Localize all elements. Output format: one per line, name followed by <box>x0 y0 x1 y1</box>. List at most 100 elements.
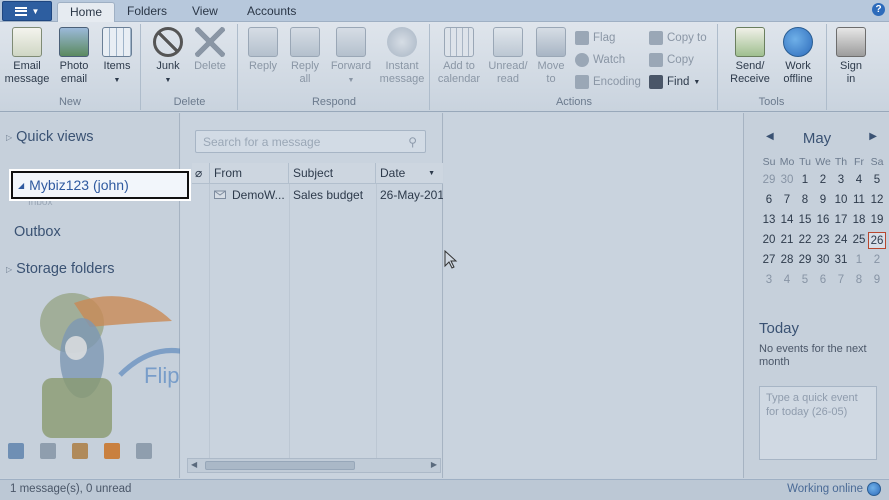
scrollbar-thumb[interactable] <box>205 461 355 470</box>
calendar-day[interactable]: 22 <box>796 232 814 249</box>
calendar-day[interactable]: 17 <box>832 212 850 229</box>
calendar-day[interactable]: 29 <box>796 252 814 269</box>
calendar-day[interactable]: 11 <box>850 192 868 209</box>
connection-status[interactable]: Working online <box>787 482 881 496</box>
calendar-day[interactable]: 30 <box>778 172 796 189</box>
calendar-day[interactable]: 24 <box>832 232 850 249</box>
calendar-day[interactable]: 3 <box>832 172 850 189</box>
calendar-day[interactable]: 7 <box>832 272 850 289</box>
calendar-day[interactable]: 5 <box>796 272 814 289</box>
calendar-day[interactable]: 26 <box>868 232 886 249</box>
calendar-module-icon[interactable] <box>40 443 56 459</box>
sign-in-button[interactable]: Sign in <box>833 27 869 86</box>
calendar-day[interactable]: 12 <box>868 192 886 209</box>
tab-home[interactable]: Home <box>57 2 116 23</box>
calendar-day[interactable]: 18 <box>850 212 868 229</box>
calendar-day[interactable]: 1 <box>796 172 814 189</box>
calendar-day[interactable]: 8 <box>850 272 868 289</box>
help-icon[interactable]: ? <box>872 3 885 16</box>
calendar-day[interactable]: 9 <box>868 272 886 289</box>
column-date[interactable]: Date ▼ <box>376 163 443 184</box>
unread-read-button[interactable]: Unread/ read <box>485 27 531 86</box>
calendar-day[interactable]: 29 <box>760 172 778 189</box>
calendar-day[interactable]: 31 <box>832 252 850 269</box>
encoding-button[interactable]: Encoding <box>575 73 641 91</box>
contacts-icon[interactable] <box>72 443 88 459</box>
flag-button[interactable]: Flag <box>575 29 615 47</box>
send-receive-button[interactable]: Send/ Receive <box>725 27 775 86</box>
newsgroups-icon[interactable] <box>136 443 152 459</box>
quick-event-input[interactable]: Type a quick event for today (26-05) <box>759 386 877 460</box>
calendar-day[interactable]: 16 <box>814 212 832 229</box>
feeds-icon[interactable] <box>104 443 120 459</box>
calendar-day[interactable]: 2 <box>814 172 832 189</box>
nav-quick-views[interactable]: ▷ Quick views <box>6 129 94 145</box>
calendar-day[interactable]: 30 <box>814 252 832 269</box>
calendar-day[interactable]: 13 <box>760 212 778 229</box>
attachment-column-icon[interactable]: ⌀ <box>192 163 210 184</box>
tab-folders[interactable]: Folders <box>115 2 179 22</box>
reply-button[interactable]: Reply <box>243 27 283 73</box>
watch-button[interactable]: Watch <box>575 51 625 69</box>
calendar-day[interactable]: 15 <box>796 212 814 229</box>
calendar-day[interactable]: 28 <box>778 252 796 269</box>
scroll-left-icon[interactable]: ◀ <box>191 460 197 469</box>
calendar-day[interactable]: 10 <box>832 192 850 209</box>
calendar-day[interactable]: 9 <box>814 192 832 209</box>
email-message-button[interactable]: Email message <box>4 27 50 86</box>
delete-button[interactable]: Delete <box>190 27 230 73</box>
ribbon-group-respond: Reply Reply all Forward ▼ Instant message… <box>239 24 430 110</box>
row-subject: Sales budget <box>293 188 364 202</box>
calendar-day[interactable]: 6 <box>760 192 778 209</box>
group-label-delete: Delete <box>173 96 206 108</box>
column-subject[interactable]: Subject <box>289 163 376 184</box>
app-menu-button[interactable]: ▼ <box>2 1 52 21</box>
calendar-day[interactable]: 4 <box>850 172 868 189</box>
copy-button[interactable]: Copy <box>649 51 694 69</box>
calendar-day[interactable]: 5 <box>868 172 886 189</box>
mail-icon[interactable] <box>8 443 24 459</box>
nav-outbox[interactable]: Outbox <box>14 224 61 240</box>
column-from[interactable]: From <box>210 163 289 184</box>
calendar-day[interactable]: 8 <box>796 192 814 209</box>
calendar-day[interactable]: 27 <box>760 252 778 269</box>
forward-button[interactable]: Forward ▼ <box>327 27 375 87</box>
calendar-day[interactable]: 7 <box>778 192 796 209</box>
sort-down-icon: ▼ <box>428 170 435 177</box>
photo-email-button[interactable]: Photo email <box>52 27 96 86</box>
calendar-day[interactable]: 14 <box>778 212 796 229</box>
search-icon[interactable]: ⚲ <box>408 135 417 149</box>
calendar-day[interactable]: 23 <box>814 232 832 249</box>
calendar-day[interactable]: 25 <box>850 232 868 249</box>
tab-accounts[interactable]: Accounts <box>235 2 308 22</box>
add-to-calendar-button[interactable]: Add to calendar <box>435 27 483 86</box>
reply-all-button[interactable]: Reply all <box>285 27 325 86</box>
today-heading: Today <box>759 320 800 337</box>
calendar-day[interactable]: 21 <box>778 232 796 249</box>
work-offline-button[interactable]: Work offline <box>777 27 819 86</box>
tab-view[interactable]: View <box>180 2 230 22</box>
calendar-day[interactable]: 3 <box>760 272 778 289</box>
calendar-day[interactable]: 19 <box>868 212 886 229</box>
instant-message-button[interactable]: Instant message <box>377 27 427 86</box>
calendar-month: May <box>802 130 832 147</box>
horizontal-scrollbar[interactable]: ◀ ▶ <box>187 458 441 473</box>
calendar-day[interactable]: 2 <box>868 252 886 269</box>
scroll-right-icon[interactable]: ▶ <box>431 460 437 469</box>
next-month-icon[interactable]: ▶ <box>869 131 877 142</box>
account-mybiz123[interactable]: ◢ Mybiz123 (john) <box>11 171 189 199</box>
calendar-day[interactable]: 20 <box>760 232 778 249</box>
globe-icon <box>867 482 881 496</box>
move-to-button[interactable]: Move to <box>533 27 569 86</box>
copy-to-button[interactable]: Copy to <box>649 29 707 47</box>
items-button[interactable]: Items ▼ <box>97 27 137 87</box>
user-icon <box>836 27 866 57</box>
table-row[interactable]: DemoW... Sales budget 26-May-201 <box>192 185 443 205</box>
search-input[interactable]: Search for a message ⚲ <box>195 130 426 153</box>
calendar-day[interactable]: 6 <box>814 272 832 289</box>
find-button[interactable]: Find ▼ <box>649 73 700 91</box>
calendar-day[interactable]: 4 <box>778 272 796 289</box>
junk-button[interactable]: Junk ▼ <box>148 27 188 87</box>
calendar-day[interactable]: 1 <box>850 252 868 269</box>
title-bar: ▼ Home Folders View Accounts ? <box>0 0 889 23</box>
